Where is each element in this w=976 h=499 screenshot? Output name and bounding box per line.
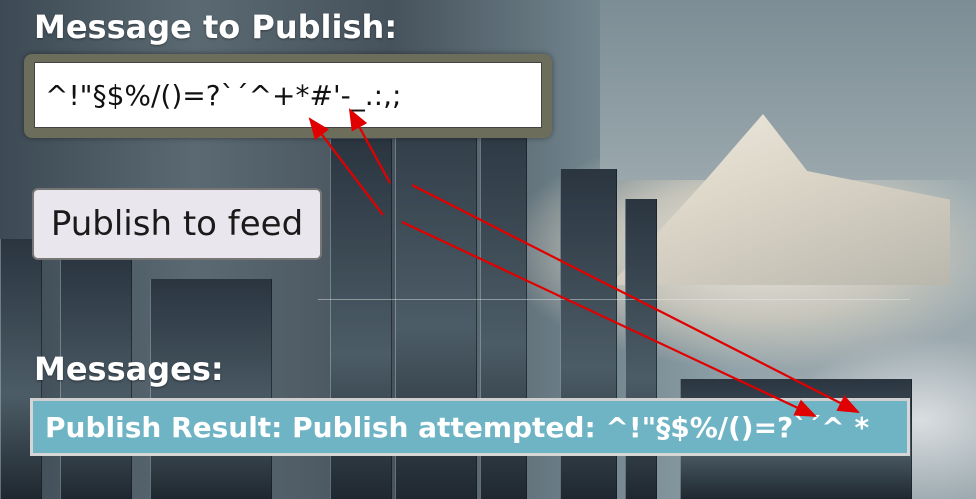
background-mountain xyxy=(610,114,950,285)
arrow-line xyxy=(401,221,817,417)
publish-result-text: Publish Result: Publish attempted: ^!"§$… xyxy=(45,411,870,444)
divider xyxy=(318,299,910,300)
publish-result-message: Publish Result: Publish attempted: ^!"§$… xyxy=(30,398,910,456)
publish-to-feed-button[interactable]: Publish to feed xyxy=(32,188,322,260)
background-tower xyxy=(150,279,272,499)
arrow-line xyxy=(411,184,860,413)
background-sky xyxy=(600,0,976,180)
publish-label: Message to Publish: xyxy=(34,8,398,46)
publish-message-input[interactable] xyxy=(34,62,542,128)
messages-label: Messages: xyxy=(34,350,224,388)
